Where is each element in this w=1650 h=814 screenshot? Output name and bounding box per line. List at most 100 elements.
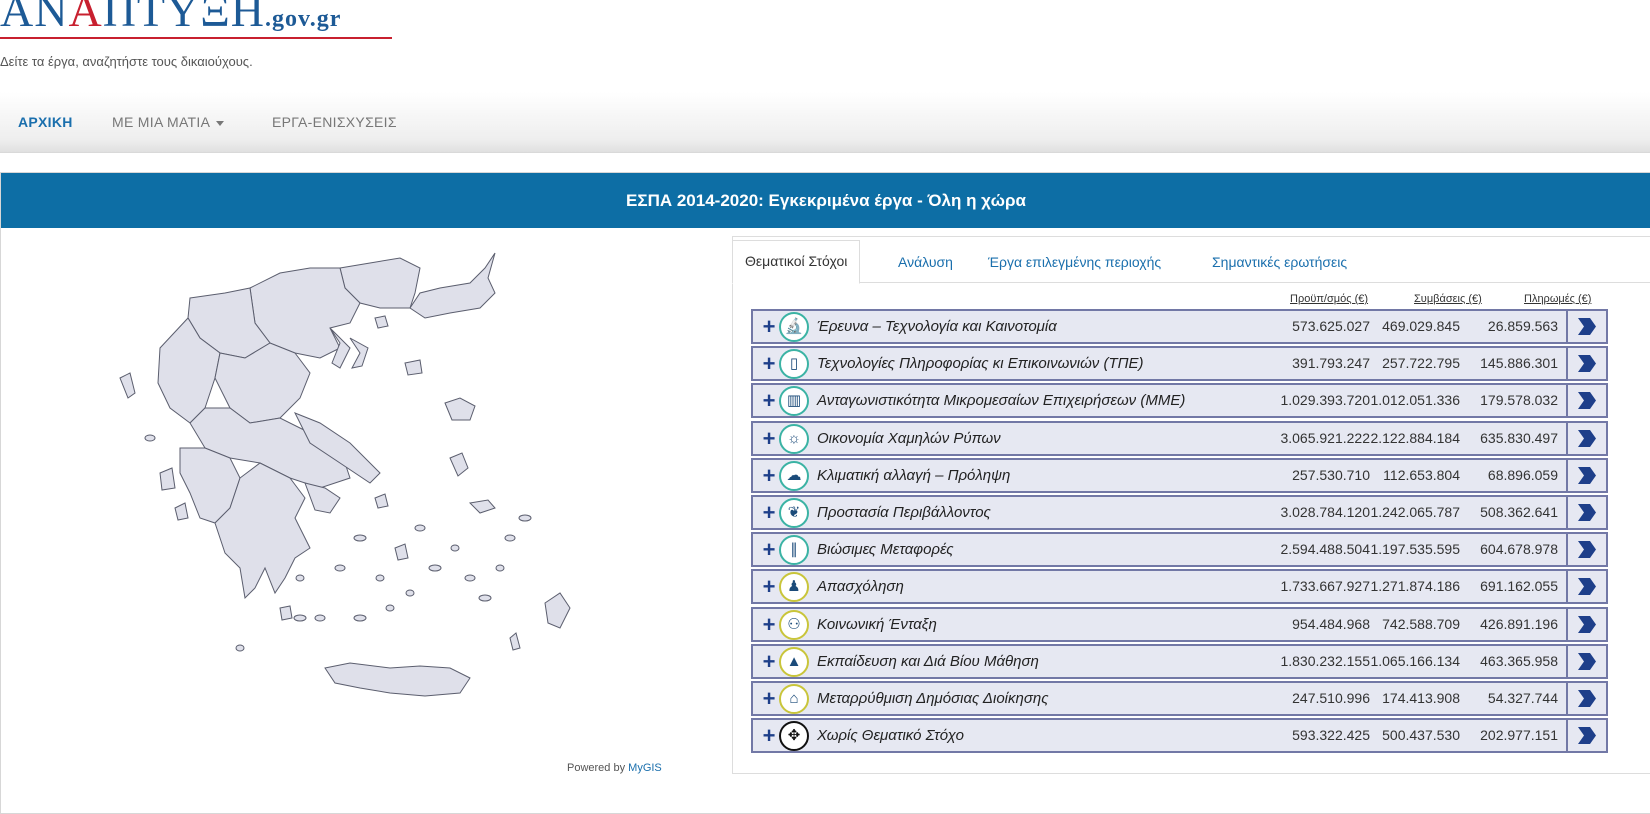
table-row[interactable]: + ☼ Οικονομία Χαμηλών Ρύπων 3.065.921.222 2.… <box>751 420 1608 456</box>
arrow-right-icon[interactable] <box>1568 497 1606 528</box>
expand-plus-icon[interactable]: + <box>759 539 779 561</box>
map-islet <box>314 614 326 622</box>
expand-plus-icon[interactable]: + <box>759 353 779 375</box>
row-label[interactable]: Προστασία Περιβάλλοντος <box>817 497 991 528</box>
region-zakynthos[interactable] <box>174 502 189 521</box>
microscope-icon: 🔬 <box>779 312 809 342</box>
region-chios[interactable] <box>449 452 469 477</box>
expand-plus-icon[interactable]: + <box>759 688 779 710</box>
region-samos[interactable] <box>468 499 496 514</box>
expand-plus-icon[interactable]: + <box>759 390 779 412</box>
region-thasos[interactable] <box>374 315 389 329</box>
row-label[interactable]: Απασχόληση <box>817 571 904 602</box>
table-row[interactable]: + ▯ Τεχνολογίες Πληροφορίας κι Επικοινωνιώ… <box>751 346 1608 382</box>
tab-important-questions[interactable]: Σημαντικές ερωτήσεις <box>1200 245 1359 281</box>
map-islet <box>405 589 415 597</box>
arrow-right-icon[interactable] <box>1568 385 1606 416</box>
region-thrace[interactable] <box>409 252 496 319</box>
region-lesvos[interactable] <box>444 397 476 421</box>
arrow-right-icon[interactable] <box>1568 534 1606 565</box>
row-contracts: 112.653.804 <box>1383 466 1460 483</box>
row-payments: 691.162.055 <box>1480 578 1558 595</box>
nav-item-at-a-glance[interactable]: ΜΕ ΜΙΑ ΜΑΤΙΑ <box>112 114 225 130</box>
row-label[interactable]: Κοινωνική Ένταξη <box>817 609 937 640</box>
row-payments: 26.859.563 <box>1487 318 1558 334</box>
expand-plus-icon[interactable]: + <box>759 725 779 747</box>
arrow-right-icon[interactable] <box>1568 460 1606 491</box>
row-label[interactable]: Κλιματική αλλαγή – Πρόληψη <box>817 460 1010 491</box>
region-crete[interactable] <box>324 662 471 697</box>
arrow-right-icon[interactable] <box>1568 609 1606 640</box>
worker-icon: ♟ <box>779 572 809 603</box>
row-label[interactable]: Βιώσιμες Μεταφορές <box>817 534 954 565</box>
row-label[interactable]: Έρευνα – Τεχνολογία και Καινοτομία <box>817 311 1057 342</box>
tab-analysis[interactable]: Ανάλυση <box>886 245 965 281</box>
table-row[interactable]: + ☁ Κλιματική αλλαγή – Πρόληψη 257.530.710 1… <box>751 457 1608 493</box>
region-karpathos[interactable] <box>509 632 521 651</box>
row-payments: 463.365.958 <box>1480 652 1558 669</box>
column-header-contracts[interactable]: Συμβάσεις (€) <box>1414 293 1482 305</box>
region-kythira[interactable] <box>279 605 293 621</box>
row-label[interactable]: Χωρίς Θεματικό Στόχο <box>817 720 964 751</box>
row-label[interactable]: Εκπαίδευση και Διά Βίου Μάθηση <box>817 646 1039 677</box>
arrow-right-icon[interactable] <box>1568 683 1606 714</box>
nav-item-home[interactable]: ΑΡΧΙΚΗ <box>18 114 73 130</box>
table-row[interactable]: + ⚇ Κοινωνική Ένταξη 954.484.968 742.588.709… <box>751 606 1608 642</box>
column-header-budget[interactable]: Προϋπ/σμός (€) <box>1290 293 1368 305</box>
column-header-payments[interactable]: Πληρωμές (€) <box>1524 293 1591 305</box>
arrows-icon: ✥ <box>779 721 809 752</box>
expand-plus-icon[interactable]: + <box>759 576 779 598</box>
arrow-right-icon[interactable] <box>1568 571 1606 602</box>
expand-plus-icon[interactable]: + <box>759 613 779 635</box>
expand-plus-icon[interactable]: + <box>759 650 779 672</box>
arrow-right-icon[interactable] <box>1568 348 1606 379</box>
greece-map <box>119 252 571 697</box>
arrow-right-icon[interactable] <box>1568 423 1606 454</box>
arrow-right-icon[interactable] <box>1568 720 1606 751</box>
map-islet <box>293 614 307 622</box>
table-row[interactable]: + ∥ Βιώσιμες Μεταφορές 2.594.488.504 1.197.5… <box>751 532 1608 568</box>
map-islet <box>464 574 476 582</box>
table-row[interactable]: + ⌂ Μεταρρύθμιση Δημόσιας Διοίκησης 247.510… <box>751 681 1608 716</box>
row-contracts: 742.588.709 <box>1382 615 1460 632</box>
table-row[interactable]: + ✥ Χωρίς Θεματικό Στόχο 593.322.425 500.437… <box>751 718 1608 754</box>
table-row[interactable]: + ▲ Εκπαίδευση και Διά Βίου Μάθηση 1.830.23… <box>751 643 1608 679</box>
expand-plus-icon[interactable]: + <box>759 502 779 524</box>
table-row[interactable]: + 🔬 Έρευνα – Τεχνολογία και Καινοτομία 573.… <box>751 309 1608 344</box>
logo-text: ΑΝ <box>0 0 69 36</box>
region-corfu[interactable] <box>119 372 136 399</box>
arrow-right-icon[interactable] <box>1568 646 1606 677</box>
region-andros[interactable] <box>374 493 389 509</box>
region-naxos[interactable] <box>394 543 409 561</box>
cloud-icon: ☁ <box>779 460 809 491</box>
row-payments: 179.578.032 <box>1480 392 1558 409</box>
table-row[interactable]: + ▥ Ανταγωνιστικότητα Μικρομεσαίων Επιχειρ… <box>751 383 1608 419</box>
row-label[interactable]: Μεταρρύθμιση Δημόσιας Διοίκησης <box>817 683 1049 714</box>
expand-plus-icon[interactable]: + <box>759 316 779 338</box>
map-islet <box>504 534 516 542</box>
row-label[interactable]: Οικονομία Χαμηλών Ρύπων <box>817 423 1001 454</box>
table-row[interactable]: + ❦ Προστασία Περιβάλλοντος 3.028.784.120 1.… <box>751 495 1608 530</box>
tab-thematic-goals[interactable]: Θεματικοί Στόχοι <box>732 240 861 284</box>
table-row[interactable]: + ♟ Απασχόληση 1.733.667.927 1.271.874.186 69… <box>751 569 1608 605</box>
region-halkidiki-2[interactable] <box>349 337 369 369</box>
region-attica[interactable] <box>304 482 341 514</box>
region-limnos[interactable] <box>404 359 423 376</box>
expand-plus-icon[interactable]: + <box>759 427 779 449</box>
row-label[interactable]: Τεχνολογίες Πληροφορίας κι Επικοινωνιών … <box>817 348 1144 379</box>
site-logo[interactable]: ΑΝΑΠΤΥΞΗ.gov.gr <box>0 0 420 58</box>
row-budget: 247.510.996 <box>1292 690 1370 706</box>
powered-by-text: Powered by <box>567 762 626 774</box>
nav-item-projects[interactable]: ΕΡΓΑ-ΕΝΙΣΧΥΣΕΙΣ <box>272 114 397 130</box>
map-islet <box>428 564 442 572</box>
expand-plus-icon[interactable]: + <box>759 464 779 486</box>
region-rhodes[interactable] <box>544 592 571 629</box>
row-label[interactable]: Ανταγωνιστικότητα Μικρομεσαίων Επιχειρήσ… <box>817 385 1185 416</box>
region-kefalonia[interactable] <box>159 467 176 491</box>
mygis-link[interactable]: MyGIS <box>628 762 662 774</box>
arrow-right-icon[interactable] <box>1568 311 1606 342</box>
tab-selected-area-projects[interactable]: Έργα επιλεγμένης περιοχής <box>976 245 1173 281</box>
map-islet <box>353 614 367 622</box>
row-payments: 635.830.497 <box>1480 429 1558 446</box>
row-contracts: 1.012.051.336 <box>1370 392 1460 409</box>
